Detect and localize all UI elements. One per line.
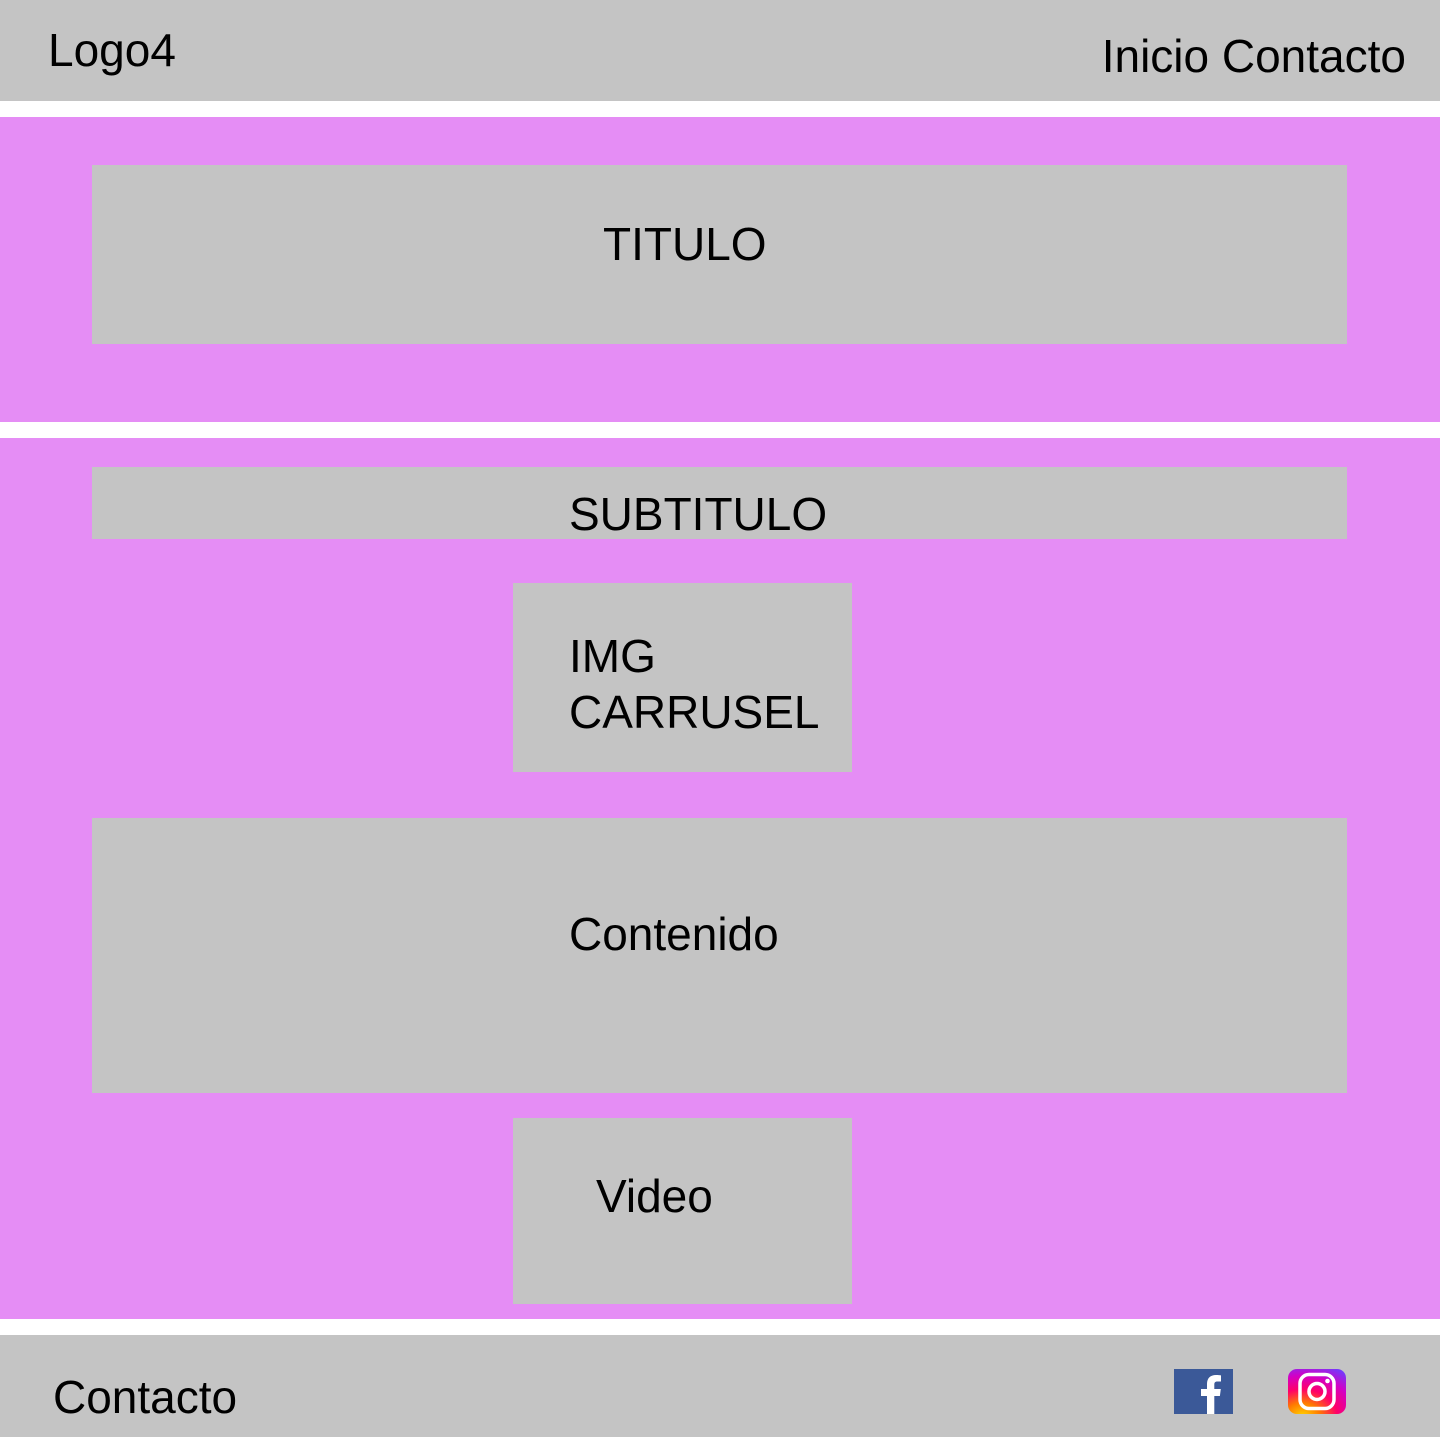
- video-label: Video: [596, 1170, 713, 1222]
- logo[interactable]: Logo4: [48, 22, 176, 78]
- nav-item-contacto[interactable]: Contacto: [1222, 30, 1406, 82]
- footer-contact-link[interactable]: Contacto: [53, 1369, 237, 1425]
- nav-item-inicio[interactable]: Inicio: [1102, 30, 1209, 82]
- main-nav: Inicio Contacto: [1102, 28, 1406, 84]
- instagram-icon[interactable]: [1288, 1369, 1346, 1414]
- carousel-label: IMG CARRUSEL: [569, 630, 820, 738]
- page-title: TITULO: [603, 218, 767, 270]
- content-label: Contenido: [569, 908, 779, 960]
- facebook-icon[interactable]: [1174, 1369, 1233, 1414]
- page-subtitle: SUBTITULO: [569, 488, 828, 540]
